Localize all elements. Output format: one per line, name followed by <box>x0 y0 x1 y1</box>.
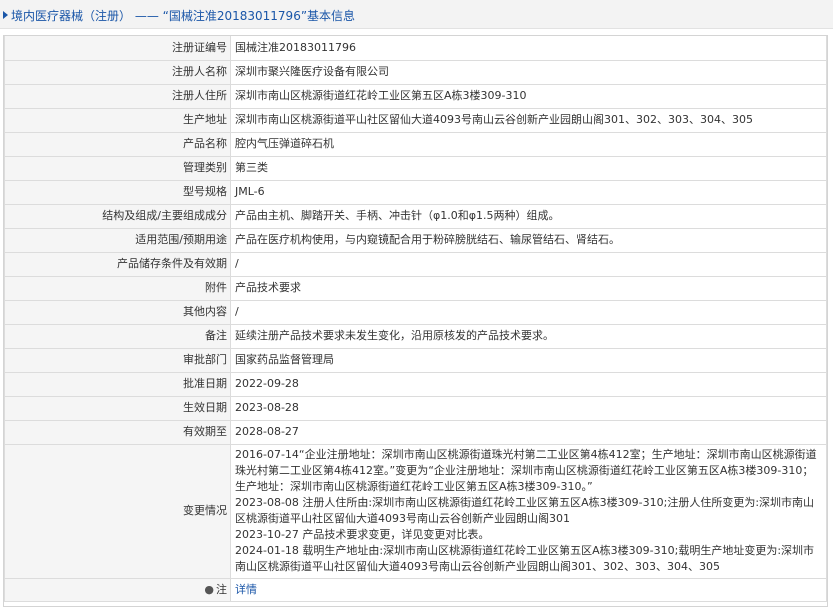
row-label: 注册证编号 <box>4 36 231 61</box>
row-value: JML-6 <box>230 179 827 205</box>
row-value: 产品在医疗机构使用，与内窥镜配合用于粉碎膀胱结石、输尿管结石、肾结石。 <box>230 227 827 253</box>
row-model-spec: 型号规格 JML-6 <box>4 179 827 205</box>
row-value: 国家药品监督管理局 <box>230 347 827 373</box>
row-value: / <box>230 251 827 277</box>
row-label: 变更情况 <box>4 443 231 579</box>
change-history-line: 2023-10-27 产品技术要求变更，详见变更对比表。 <box>235 527 490 541</box>
row-value: 国械注准20183011796 <box>230 36 827 61</box>
row-label: 适用范围/预期用途 <box>4 227 231 253</box>
row-note: ● 注 详情 <box>4 577 827 602</box>
row-label: 生产地址 <box>4 107 231 133</box>
row-attachment: 附件 产品技术要求 <box>4 275 827 301</box>
row-value: 2028-08-27 <box>230 419 827 445</box>
row-value: 深圳市聚兴隆医疗设备有限公司 <box>230 59 827 85</box>
row-label: 附件 <box>4 275 231 301</box>
row-label: 注册人名称 <box>4 59 231 85</box>
row-approval-date: 批准日期 2022-09-28 <box>4 371 827 397</box>
details-link[interactable]: 详情 <box>235 583 257 596</box>
row-registrant-name: 注册人名称 深圳市聚兴隆医疗设备有限公司 <box>4 59 827 85</box>
row-product-name: 产品名称 腔内气压弹道碎石机 <box>4 131 827 157</box>
page-title: 境内医疗器械（注册） —— “国械注准20183011796”基本信息 <box>11 9 356 23</box>
row-value: 深圳市南山区桃源街道平山社区留仙大道4093号南山云谷创新产业园朗山阁301、3… <box>230 107 827 133</box>
row-storage-validity: 产品储存条件及有效期 / <box>4 251 827 277</box>
row-label: 生效日期 <box>4 395 231 421</box>
row-registrant-address: 注册人住所 深圳市南山区桃源街道红花岭工业区第五区A栋3楼309-310 <box>4 83 827 109</box>
row-label: 产品名称 <box>4 131 231 157</box>
change-history-line: 2023-08-08 注册人住所由:深圳市南山区桃源街道红花岭工业区第五区A栋3… <box>235 495 815 525</box>
row-value: 2022-09-28 <box>230 371 827 397</box>
triangle-icon <box>3 11 8 19</box>
location-pin-icon: ● <box>204 582 214 596</box>
row-value: 产品技术要求 <box>230 275 827 301</box>
row-registration-number: 注册证编号 国械注准20183011796 <box>4 36 827 61</box>
change-history-line: 2016-07-14“企业注册地址：深圳市南山区桃源街道珠光村第二工业区第4栋4… <box>235 447 817 493</box>
row-approval-department: 审批部门 国家药品监督管理局 <box>4 347 827 373</box>
row-value: 腔内气压弹道碎石机 <box>230 131 827 157</box>
row-label: 注册人住所 <box>4 83 231 109</box>
row-label: 型号规格 <box>4 179 231 205</box>
row-effective-date: 生效日期 2023-08-28 <box>4 395 827 421</box>
row-intended-use: 适用范围/预期用途 产品在医疗机构使用，与内窥镜配合用于粉碎膀胱结石、输尿管结石… <box>4 227 827 253</box>
row-management-category: 管理类别 第三类 <box>4 155 827 181</box>
row-remark: 备注 延续注册产品技术要求未发生变化，沿用原核发的产品技术要求。 <box>4 323 827 349</box>
row-label: 备注 <box>4 323 231 349</box>
row-value: 2023-08-28 <box>230 395 827 421</box>
row-label: 其他内容 <box>4 299 231 325</box>
row-production-address: 生产地址 深圳市南山区桃源街道平山社区留仙大道4093号南山云谷创新产业园朗山阁… <box>4 107 827 133</box>
row-label: 产品储存条件及有效期 <box>4 251 231 277</box>
row-structure-composition: 结构及组成/主要组成成分 产品由主机、脚踏开关、手柄、冲击针（φ1.0和φ1.5… <box>4 203 827 229</box>
page-title-bar: 境内医疗器械（注册） —— “国械注准20183011796”基本信息 <box>0 0 833 29</box>
row-valid-until: 有效期至 2028-08-27 <box>4 419 827 445</box>
row-value: 深圳市南山区桃源街道红花岭工业区第五区A栋3楼309-310 <box>230 83 827 109</box>
row-value: 延续注册产品技术要求未发生变化，沿用原核发的产品技术要求。 <box>230 323 827 349</box>
change-history-text: 2016-07-14“企业注册地址：深圳市南山区桃源街道珠光村第二工业区第4栋4… <box>230 443 827 579</box>
detail-panel: 注册证编号 国械注准20183011796 注册人名称 深圳市聚兴隆医疗设备有限… <box>3 35 828 607</box>
change-history-content: 2016-07-14“企业注册地址：深圳市南山区桃源街道珠光村第二工业区第4栋4… <box>235 448 817 573</box>
note-label: 注 <box>216 582 227 596</box>
row-label: 管理类别 <box>4 155 231 181</box>
row-label: 结构及组成/主要组成成分 <box>4 203 231 229</box>
info-table: 注册证编号 国械注准20183011796 注册人名称 深圳市聚兴隆医疗设备有限… <box>4 36 827 602</box>
row-value: 详情 <box>230 577 827 602</box>
row-value: 第三类 <box>230 155 827 181</box>
row-value: 产品由主机、脚踏开关、手柄、冲击针（φ1.0和φ1.5两种）组成。 <box>230 203 827 229</box>
change-history-line: 2024-01-18 载明生产地址由:深圳市南山区桃源街道红花岭工业区第五区A栋… <box>235 543 815 573</box>
row-label: ● 注 <box>4 577 231 602</box>
row-label: 有效期至 <box>4 419 231 445</box>
row-label: 批准日期 <box>4 371 231 397</box>
row-value: / <box>230 299 827 325</box>
row-change-history: 变更情况 2016-07-14“企业注册地址：深圳市南山区桃源街道珠光村第二工业… <box>4 443 827 579</box>
row-label: 审批部门 <box>4 347 231 373</box>
row-other-content: 其他内容 / <box>4 299 827 325</box>
